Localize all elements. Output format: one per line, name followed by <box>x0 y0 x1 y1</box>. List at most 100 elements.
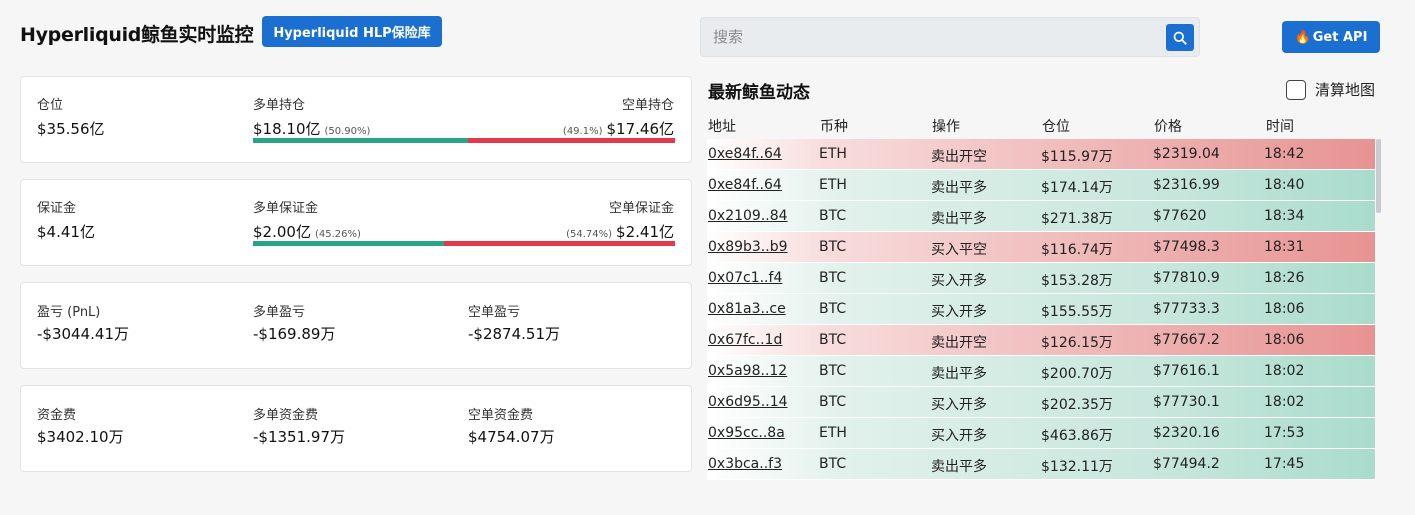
coin-cell: BTC <box>819 363 847 379</box>
table-row[interactable]: 0x3bca..f3 BTC 卖出平多 $132.11万 $77494.2 17:45 <box>707 449 1375 480</box>
short-ratio-fill <box>443 241 675 246</box>
size-cell: $200.70万 <box>1041 366 1113 382</box>
price-cell: $2316.99 <box>1153 177 1220 193</box>
long-position-label: 多单持仓 <box>253 98 306 113</box>
search-input[interactable] <box>701 18 1161 56</box>
funding-total-value: $3402.10万 <box>37 428 124 446</box>
address-link[interactable]: 0x81a3..ce <box>708 301 786 317</box>
liquidation-map-checkbox[interactable] <box>1286 79 1306 100</box>
action-cell: 卖出平多 <box>931 366 987 382</box>
margin-total-label: 保证金 <box>37 201 77 216</box>
table-row[interactable]: 0xe84f..64 ETH 卖出开空 $115.97万 $2319.04 18:42 <box>707 139 1375 170</box>
table-row[interactable]: 0x67fc..1d BTC 卖出开空 $126.15万 $77667.2 18:06 <box>707 325 1375 356</box>
column-header-price: 价格 <box>1154 119 1182 135</box>
short-funding-value: $4754.07万 <box>468 428 555 446</box>
search-button[interactable] <box>1166 24 1194 51</box>
table-row[interactable]: 0x2109..84 BTC 卖出平多 $271.38万 $77620 18:34 <box>707 201 1375 232</box>
table-row[interactable]: 0xe84f..64 ETH 卖出平多 $174.14万 $2316.99 18:40 <box>707 170 1375 201</box>
short-margin-pct: (54.74%) <box>566 229 613 240</box>
address-link[interactable]: 0x07c1..f4 <box>708 270 782 286</box>
long-position-pct: (50.90%) <box>324 126 371 137</box>
table-row[interactable]: 0x81a3..ce BTC 买入开多 $155.55万 $77733.3 18:06 <box>707 294 1375 325</box>
address-link[interactable]: 0xe84f..64 <box>708 177 782 193</box>
long-funding-label: 多单资金费 <box>253 408 319 423</box>
time-cell: 17:53 <box>1264 425 1305 441</box>
address-link[interactable]: 0x6d95..14 <box>708 394 788 410</box>
long-margin-value: $2.00亿 <box>253 223 311 241</box>
position-card: 仓位 $35.56亿 多单持仓 $18.10亿 (50.90%) 空单持仓 (49… <box>20 76 692 163</box>
price-cell: $77667.2 <box>1153 332 1220 348</box>
address-link[interactable]: 0x3bca..f3 <box>708 456 782 472</box>
time-cell: 18:34 <box>1264 208 1305 224</box>
size-cell: $463.86万 <box>1041 428 1113 444</box>
coin-cell: BTC <box>819 208 847 224</box>
price-cell: $2319.04 <box>1153 146 1220 162</box>
column-header-address: 地址 <box>708 119 736 135</box>
short-position-value-group: (49.1%) $17.46亿 <box>559 118 674 139</box>
long-margin-value-group: $2.00亿 (45.26%) <box>253 221 365 242</box>
price-cell: $77733.3 <box>1153 301 1220 317</box>
address-link[interactable]: 0x67fc..1d <box>708 332 782 348</box>
time-cell: 18:06 <box>1264 332 1305 348</box>
funding-card: 资金费 $3402.10万 多单资金费 -$1351.97万 空单资金费 $47… <box>20 385 692 472</box>
pnl-total-label: 盈亏 (PnL) <box>37 305 101 320</box>
position-total-label: 仓位 <box>37 98 64 113</box>
get-api-button[interactable]: 🔥 Get API <box>1282 21 1380 53</box>
table-row[interactable]: 0x95cc..8a ETH 买入开多 $463.86万 $2320.16 17:53 <box>707 418 1375 449</box>
address-link[interactable]: 0x89b3..b9 <box>708 239 788 255</box>
long-funding-value: -$1351.97万 <box>253 428 345 446</box>
address-link[interactable]: 0x2109..84 <box>708 208 788 224</box>
feed-scrollbar[interactable] <box>1376 139 1381 213</box>
price-cell: $77498.3 <box>1153 239 1220 255</box>
liquidation-map-toggle[interactable]: 清算地图 <box>1286 79 1375 100</box>
table-row[interactable]: 0x07c1..f4 BTC 买入开多 $153.28万 $77810.9 18:26 <box>707 263 1375 294</box>
short-pnl-value: -$2874.51万 <box>468 325 560 343</box>
hlp-vault-button[interactable]: Hyperliquid HLP保险库 <box>262 16 442 47</box>
action-cell: 买入开多 <box>931 428 987 444</box>
time-cell: 18:40 <box>1264 177 1305 193</box>
coin-cell: BTC <box>819 394 847 410</box>
margin-card: 保证金 $4.41亿 多单保证金 $2.00亿 (45.26%) 空单保证金 (5… <box>20 179 692 266</box>
time-cell: 17:45 <box>1264 456 1305 472</box>
long-position-value-group: $18.10亿 (50.90%) <box>253 118 374 139</box>
column-header-size: 仓位 <box>1042 119 1070 135</box>
margin-total-value: $4.41亿 <box>37 223 95 241</box>
coin-cell: ETH <box>819 177 847 193</box>
action-cell: 卖出开空 <box>931 335 987 351</box>
price-cell: $77620 <box>1153 208 1207 224</box>
price-cell: $77616.1 <box>1153 363 1220 379</box>
position-total-value: $35.56亿 <box>37 120 105 138</box>
size-cell: $202.35万 <box>1041 397 1113 413</box>
size-cell: $116.74万 <box>1041 242 1113 258</box>
address-link[interactable]: 0xe84f..64 <box>708 146 782 162</box>
time-cell: 18:06 <box>1264 301 1305 317</box>
action-cell: 买入开多 <box>931 397 987 413</box>
short-position-value: $17.46亿 <box>606 120 675 138</box>
action-cell: 买入平空 <box>931 242 987 258</box>
coin-cell: ETH <box>819 425 847 441</box>
long-margin-label: 多单保证金 <box>253 201 319 216</box>
short-ratio-fill <box>467 138 675 143</box>
liquidation-map-label: 清算地图 <box>1315 81 1376 99</box>
action-cell: 卖出平多 <box>931 211 987 227</box>
coin-cell: BTC <box>819 239 847 255</box>
get-api-label: Get API <box>1312 29 1368 45</box>
long-margin-pct: (45.26%) <box>314 229 361 240</box>
coin-cell: BTC <box>819 270 847 286</box>
table-row[interactable]: 0x89b3..b9 BTC 买入平空 $116.74万 $77498.3 18:31 <box>707 232 1375 263</box>
long-pnl-label: 多单盈亏 <box>253 305 306 320</box>
feed-table-header: 地址 币种 操作 仓位 价格 时间 <box>708 114 1378 136</box>
search-icon <box>1173 31 1187 45</box>
table-row[interactable]: 0x6d95..14 BTC 买入开多 $202.35万 $77730.1 18:02 <box>707 387 1375 418</box>
price-cell: $2320.16 <box>1153 425 1220 441</box>
funding-total-label: 资金费 <box>37 408 77 423</box>
short-funding-label: 空单资金费 <box>468 408 534 423</box>
address-link[interactable]: 0x95cc..8a <box>708 425 785 441</box>
table-row[interactable]: 0x5a98..12 BTC 卖出平多 $200.70万 $77616.1 18:02 <box>707 356 1375 387</box>
size-cell: $153.28万 <box>1041 273 1113 289</box>
address-link[interactable]: 0x5a98..12 <box>708 363 787 379</box>
long-pnl-value: -$169.89万 <box>253 325 336 343</box>
size-cell: $155.55万 <box>1041 304 1113 320</box>
time-cell: 18:02 <box>1264 394 1305 410</box>
short-margin-value: $2.41亿 <box>616 223 674 241</box>
